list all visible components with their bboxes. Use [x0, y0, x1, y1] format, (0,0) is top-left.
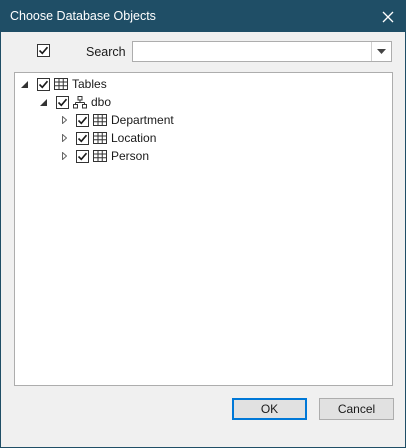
tree-node-dbo[interactable]: dbo [37, 93, 111, 111]
dialog-window: Choose Database Objects Search Tables db… [0, 0, 406, 448]
tree-node-label: Tables [72, 77, 107, 91]
search-combobox[interactable] [132, 41, 392, 62]
collapse-toggle[interactable] [37, 96, 49, 108]
close-icon [382, 11, 394, 22]
table-icon [92, 131, 108, 145]
tree-node-label: dbo [91, 95, 112, 109]
search-checkbox[interactable] [37, 44, 50, 57]
department-checkbox[interactable] [76, 113, 89, 127]
search-input[interactable] [133, 42, 369, 61]
close-button[interactable] [371, 1, 405, 32]
table-icon [92, 149, 108, 163]
checkmark-icon [77, 116, 88, 124]
schema-icon [72, 95, 88, 109]
collapsed-triangle-icon [61, 134, 67, 142]
tree-node-department[interactable]: Department [58, 111, 174, 129]
tree-node-label: Person [111, 149, 150, 163]
tree-node-location[interactable]: Location [58, 129, 156, 147]
checkmark-icon [57, 98, 68, 106]
object-tree[interactable]: Tables dbo Department Location Person [14, 72, 393, 386]
table-icon [53, 77, 69, 91]
table-icon [92, 113, 108, 127]
checkmark-icon [77, 152, 88, 160]
tree-node-label: Department [111, 113, 174, 127]
tree-node-person[interactable]: Person [58, 147, 149, 165]
expand-toggle[interactable] [58, 150, 70, 162]
location-checkbox[interactable] [76, 131, 89, 145]
checkmark-icon [38, 46, 49, 55]
cancel-button[interactable]: Cancel [319, 398, 394, 420]
window-title: Choose Database Objects [10, 9, 156, 23]
checkmark-icon [77, 134, 88, 142]
collapsed-triangle-icon [61, 152, 67, 160]
collapse-toggle[interactable] [18, 78, 30, 90]
tree-node-tables[interactable]: Tables [18, 75, 107, 93]
person-checkbox[interactable] [76, 149, 89, 163]
expand-toggle[interactable] [58, 132, 70, 144]
collapsed-triangle-icon [61, 116, 67, 124]
expanded-triangle-icon [39, 98, 47, 106]
expand-toggle[interactable] [58, 114, 70, 126]
checkmark-icon [38, 80, 49, 88]
dbo-checkbox[interactable] [56, 95, 69, 109]
tree-node-label: Location [111, 131, 157, 145]
title-bar: Choose Database Objects [1, 1, 405, 32]
expanded-triangle-icon [20, 80, 28, 88]
tables-checkbox[interactable] [37, 77, 50, 91]
search-dropdown-button[interactable] [371, 42, 391, 61]
search-label: Search [86, 45, 126, 59]
chevron-down-icon [377, 49, 386, 54]
ok-button[interactable]: OK [232, 398, 307, 420]
